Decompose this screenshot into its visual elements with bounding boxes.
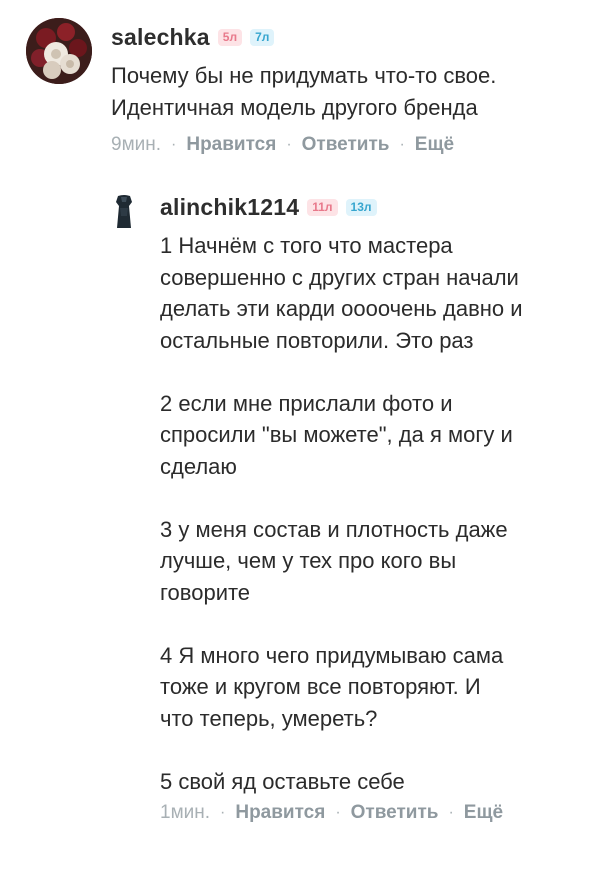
comment-text: 1 Начнём с того что мастера совершенно с… bbox=[160, 233, 523, 794]
avatar[interactable] bbox=[112, 194, 136, 230]
author-name[interactable]: salechka bbox=[111, 24, 210, 51]
separator-dot: · bbox=[399, 136, 405, 153]
author-name[interactable]: alinchik1214 bbox=[160, 194, 299, 221]
separator-dot: · bbox=[220, 804, 226, 821]
comment-header: alinchik1214 11л 13л bbox=[160, 194, 377, 221]
badge-tag: 13л bbox=[345, 199, 377, 216]
badge-tag: 7л bbox=[250, 29, 275, 46]
separator-dot: · bbox=[448, 804, 454, 821]
badge-tag: 11л bbox=[307, 199, 338, 216]
like-button[interactable]: Нравится bbox=[186, 134, 276, 156]
comment-actions: 9мин. · Нравится · Ответить · Ещё bbox=[111, 134, 454, 156]
reply-button[interactable]: Ответить bbox=[302, 134, 390, 156]
more-button[interactable]: Ещё bbox=[415, 134, 454, 156]
separator-dot: · bbox=[286, 136, 292, 153]
more-button[interactable]: Ещё bbox=[464, 802, 503, 824]
avatar[interactable] bbox=[26, 18, 92, 84]
comment-header: salechka 5л 7л bbox=[111, 24, 275, 51]
timestamp: 9мин. bbox=[111, 134, 162, 155]
avatar-image bbox=[26, 18, 92, 84]
reply-button[interactable]: Ответить bbox=[351, 802, 439, 824]
avatar-image bbox=[116, 195, 132, 228]
separator-dot: · bbox=[335, 804, 341, 821]
like-button[interactable]: Нравится bbox=[235, 802, 325, 824]
timestamp: 1мин. bbox=[160, 802, 211, 823]
separator-dot: · bbox=[171, 136, 177, 153]
comment-text: Почему бы не придумать что-то свое. Иден… bbox=[111, 63, 497, 120]
comment-actions: 1мин. · Нравится · Ответить · Ещё bbox=[160, 802, 503, 824]
badge-tag: 5л bbox=[217, 29, 243, 46]
